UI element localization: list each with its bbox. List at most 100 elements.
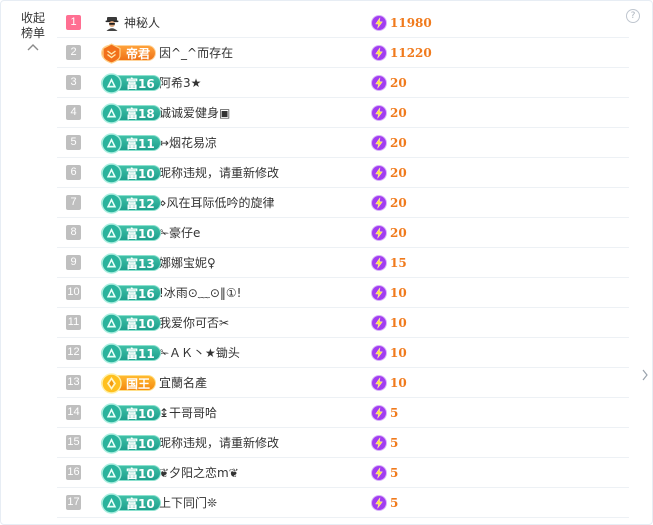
ranking-row[interactable]: 4 富18 诚诚爱健身▣ 20	[57, 98, 629, 128]
user-nickname[interactable]: 因^_^而存在	[159, 44, 371, 61]
lightning-bolt-icon	[371, 344, 387, 361]
ranking-row[interactable]: 16 富10 ❦夕阳之恋m❦ 5	[57, 458, 629, 488]
user-nickname[interactable]: 上下同门❊	[159, 494, 371, 511]
contribution-score: 10	[371, 284, 407, 301]
ranking-row[interactable]: 10 富16 !冰雨⊙﹏⊙‖①! 10	[57, 278, 629, 308]
user-nickname[interactable]: ✁豪仔e	[159, 224, 371, 241]
score-value: 5	[390, 465, 399, 480]
ranking-row[interactable]: 8 富10 ✁豪仔e 20	[57, 218, 629, 248]
lightning-bolt-icon	[371, 464, 387, 481]
contribution-score: 5	[371, 494, 399, 511]
rich-triangle-icon	[101, 132, 122, 154]
badge-slot: 富11	[101, 132, 161, 154]
ranking-row[interactable]: 15 富10 昵称违规，请重新修改 5	[57, 428, 629, 458]
rich-level-badge: 富10	[101, 492, 161, 514]
badge-label: 富10	[126, 316, 155, 331]
collapse-ranking-button[interactable]: 收起 榜单	[13, 11, 53, 52]
user-nickname[interactable]: ✁ＡＫ丶★锄头	[159, 344, 371, 361]
contribution-score: 20	[371, 74, 407, 91]
rank-number: 14	[66, 405, 81, 420]
user-nickname[interactable]: 诚诚爱健身▣	[159, 104, 371, 121]
ranking-row[interactable]: 17 富10 上下同门❊ 5	[57, 488, 629, 518]
badge-label: 富10	[126, 466, 155, 481]
lightning-bolt-icon	[371, 254, 387, 271]
rich-level-badge: 富12	[101, 192, 161, 214]
score-value: 20	[390, 165, 407, 180]
rich-level-badge: 富10	[101, 162, 161, 184]
ranking-row[interactable]: 14 富10 ↨干哥哥哈 5	[57, 398, 629, 428]
score-value: 5	[390, 495, 399, 510]
badge-slot: 富10	[101, 222, 161, 244]
badge-slot: 富16	[101, 72, 161, 94]
badge-label: 富12	[126, 196, 155, 211]
ranking-row[interactable]: 9 富13 娜娜宝妮♀ 15	[57, 248, 629, 278]
chevron-up-icon	[27, 44, 39, 51]
user-nickname[interactable]: ⋄风在耳际低吟的旋律	[159, 194, 371, 211]
user-nickname[interactable]: ❦夕阳之恋m❦	[159, 464, 371, 481]
rich-level-badge: 富10	[101, 462, 161, 484]
rank-number: 12	[66, 345, 81, 360]
rich-triangle-icon	[101, 402, 122, 424]
badge-label: 富11	[126, 346, 155, 361]
badge-label: 帝君	[126, 46, 151, 61]
user-nickname[interactable]: 阿希3★	[159, 74, 371, 91]
score-value: 20	[390, 105, 407, 120]
score-value: 11980	[390, 15, 432, 30]
user-nickname[interactable]: !冰雨⊙﹏⊙‖①!	[159, 284, 371, 301]
user-nickname[interactable]: 娜娜宝妮♀	[159, 254, 371, 271]
lightning-bolt-icon	[371, 44, 387, 61]
rank-number: 17	[66, 495, 81, 510]
ranking-row[interactable]: 11 富10 我爱你可否✂ 10	[57, 308, 629, 338]
ranking-row[interactable]: 3 富16 阿希3★ 20	[57, 68, 629, 98]
user-nickname[interactable]: 我爱你可否✂	[159, 314, 371, 331]
user-nickname[interactable]: 昵称违规，请重新修改	[159, 164, 371, 181]
rich-level-badge: 富10	[101, 312, 161, 334]
lightning-bolt-icon	[371, 224, 387, 241]
score-value: 5	[390, 405, 399, 420]
user-nickname[interactable]: 宜蘭名產	[159, 374, 371, 391]
badge-slot: 国王	[101, 372, 161, 394]
rank-number: 4	[66, 105, 81, 120]
badge-slot: 富10	[101, 402, 161, 424]
lightning-bolt-icon	[371, 194, 387, 211]
rich-level-badge: 富11	[101, 132, 161, 154]
ranking-row[interactable]: 2 帝君 因^_^而存在 11220	[57, 38, 629, 68]
badge-label: 富10	[126, 166, 155, 181]
rank-number: 11	[66, 315, 81, 330]
ranking-row[interactable]: 5 富11 ↔烟花易凉 20	[57, 128, 629, 158]
badge-slot: 富10	[101, 492, 161, 514]
contribution-score: 11980	[371, 14, 432, 31]
rich-triangle-icon	[101, 492, 122, 514]
user-nickname[interactable]: 神秘人	[124, 14, 371, 31]
emperor-level-badge: 帝君	[101, 42, 157, 64]
badge-label: 富10	[126, 436, 155, 451]
chevron-right-icon[interactable]	[641, 369, 649, 381]
score-value: 10	[390, 315, 407, 330]
ranking-row[interactable]: 12 富11 ✁ＡＫ丶★锄头 10	[57, 338, 629, 368]
rich-level-badge: 富11	[101, 342, 161, 364]
emperor-crest-icon	[102, 42, 121, 64]
rich-triangle-icon	[101, 252, 122, 274]
rich-level-badge: 富13	[101, 252, 161, 274]
ranking-row[interactable]: 13 国王 宜蘭名產 10	[57, 368, 629, 398]
ranking-row[interactable]: 1 神秘人 11980	[57, 8, 629, 38]
lightning-bolt-icon	[371, 74, 387, 91]
badge-slot: 富16	[101, 282, 161, 304]
user-nickname[interactable]: ↔烟花易凉	[159, 134, 371, 151]
ranking-row[interactable]: 7 富12 ⋄风在耳际低吟的旋律 20	[57, 188, 629, 218]
king-level-badge: 国王	[101, 372, 157, 394]
user-nickname[interactable]: ↨干哥哥哈	[159, 404, 371, 421]
user-nickname[interactable]: 昵称违规，请重新修改	[159, 434, 371, 451]
collapse-label-2: 榜单	[20, 26, 45, 40]
rich-level-badge: 富10	[101, 222, 161, 244]
badge-slot: 富10	[101, 312, 161, 334]
rank-number: 1	[66, 15, 81, 30]
badge-label: 国王	[126, 376, 151, 391]
king-crest-icon	[101, 372, 122, 394]
contribution-score: 20	[371, 104, 407, 121]
rich-triangle-icon	[101, 162, 122, 184]
contribution-score: 10	[371, 344, 407, 361]
ranking-row[interactable]: 6 富10 昵称违规，请重新修改 20	[57, 158, 629, 188]
contribution-score: 20	[371, 224, 407, 241]
rank-number: 10	[66, 285, 81, 300]
